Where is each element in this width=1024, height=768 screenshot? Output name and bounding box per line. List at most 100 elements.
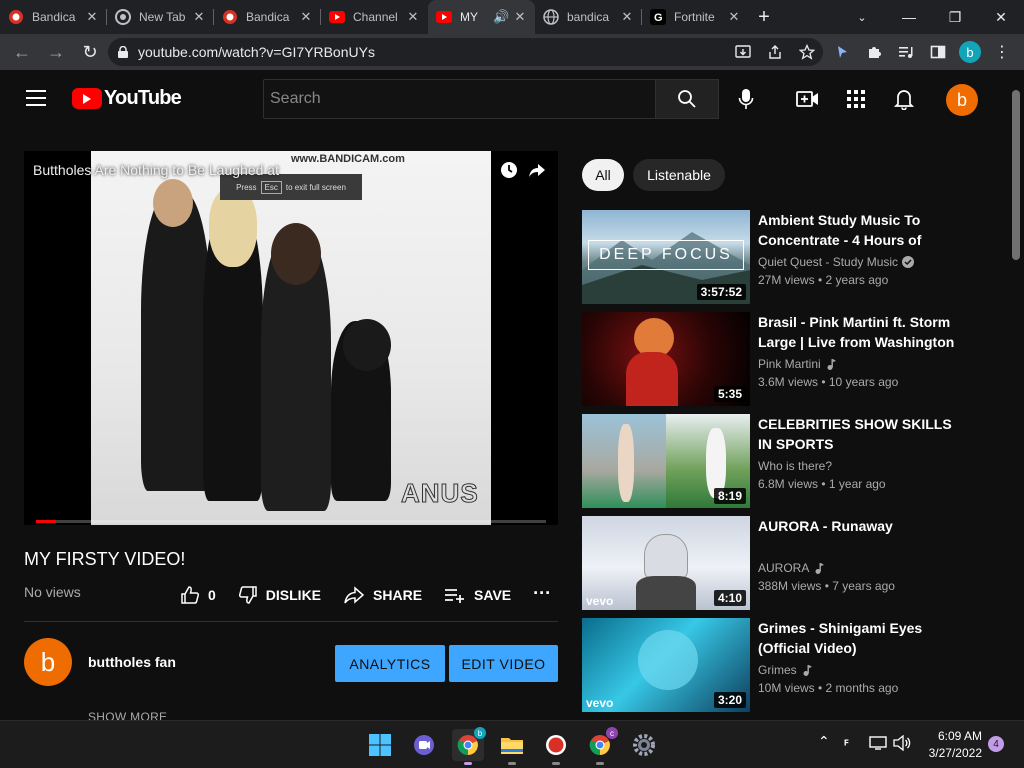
close-tab-icon[interactable]: ✕ [85,9,99,25]
analytics-button[interactable]: ANALYTICS [335,645,445,682]
browser-menu-icon[interactable]: ⋮ [986,34,1018,70]
reload-icon[interactable]: ↻ [74,36,106,68]
player-title-overlay[interactable]: Buttholes Are Nothing to Be Laughed at [33,162,279,178]
meta-divider [24,621,558,622]
bandicam-taskbar-icon[interactable] [540,729,572,765]
install-icon[interactable] [727,44,759,60]
edit-video-button[interactable]: EDIT VIDEO [449,645,558,682]
windows-start-icon[interactable] [364,729,396,761]
recommendation-channel[interactable]: AURORA [758,561,809,575]
volume-icon[interactable] [893,734,911,754]
restore-icon[interactable]: ❐ [932,0,978,34]
chat-icon[interactable] [408,729,440,761]
apps-grid-button[interactable] [841,84,871,114]
close-tab-icon[interactable]: ✕ [192,9,206,25]
address-bar[interactable]: youtube.com/watch?v=GI7YRBonUYs [108,38,823,66]
new-tab-button[interactable]: + [749,0,779,34]
video-thumbnail[interactable]: DEEP FOCUS 3:57:52 [582,210,750,304]
forward-icon[interactable]: → [40,36,72,68]
account-avatar[interactable]: b [946,84,978,116]
recommendation-item[interactable]: vevo 4:10 AURORA - Runaway AURORA 388M v… [582,516,1002,610]
recommendation-title[interactable]: Grimes - Shinigami Eyes (Official Video) [758,618,968,658]
close-window-icon[interactable]: ✕ [978,0,1024,34]
browser-tab[interactable]: G Fortnite ✕ [642,0,749,34]
video-player[interactable]: www.BANDICAM.com ANUS Press Esc to exit … [24,151,558,525]
tab-title: Bandica [32,10,76,24]
video-thumbnail[interactable]: 8:19 [582,414,750,508]
recommendation-item[interactable]: 8:19 CELEBRITIES SHOW SKILLS IN SPORTS W… [582,414,1002,508]
channel-avatar[interactable]: b [24,638,72,686]
recommendation-channel[interactable]: Who is there? [758,459,832,473]
settings-gear-icon[interactable] [628,729,660,761]
notification-badge[interactable]: 4 [988,736,1004,752]
hamburger-menu-icon[interactable] [26,90,46,111]
profile-avatar[interactable]: b [954,34,986,70]
cursor-extension-icon[interactable] [826,34,858,70]
network-icon[interactable] [869,735,887,754]
recommendation-channel[interactable]: Quiet Quest - Study Music [758,255,898,269]
system-clock[interactable]: 6:09 AM 3/27/2022 [920,728,982,762]
recommendation-channel[interactable]: Grimes [758,663,797,677]
close-tab-icon[interactable]: ✕ [620,9,634,25]
notifications-button[interactable] [889,84,919,114]
minimize-icon[interactable]: — [886,0,932,34]
recommendation-channel[interactable]: Pink Martini [758,357,821,371]
back-icon[interactable]: ← [6,36,38,68]
browser-tab[interactable]: New Tab ✕ [107,0,214,34]
recommendation-item[interactable]: 5:35 Brasil - Pink Martini ft. Storm Lar… [582,312,1002,406]
more-actions-icon[interactable]: ··· [533,583,551,604]
tray-chevron-icon[interactable]: ⌃ [818,733,830,750]
search-button[interactable] [655,79,719,119]
lock-icon[interactable] [108,46,138,58]
close-tab-icon[interactable]: ✕ [299,9,313,25]
browser-tab[interactable]: Channel ✕ [321,0,428,34]
close-tab-icon[interactable]: ✕ [406,9,420,25]
chrome-profile-taskbar-icon[interactable]: c [584,727,618,765]
progress-bar[interactable] [36,520,546,523]
bookmark-star-icon[interactable] [791,44,823,60]
save-button[interactable]: SAVE [444,587,511,603]
bandicam-icon [8,9,24,25]
voice-search-button[interactable] [731,84,761,114]
apps-grid-icon [847,90,865,108]
chrome-taskbar-icon[interactable]: b [452,727,486,765]
browser-tab[interactable]: Bandica ✕ [0,0,107,34]
side-panel-icon[interactable] [922,34,954,70]
recommendation-item[interactable]: vevo 3:20 Grimes - Shinigami Eyes (Offic… [582,618,1002,712]
channel-name[interactable]: buttholes fan [88,654,176,670]
share-button[interactable]: SHARE [343,585,422,605]
video-title: MY FIRSTY VIDEO! [24,549,186,569]
chrome-icon [115,9,131,25]
search-box [263,79,656,119]
share-arrow-icon[interactable] [528,161,546,184]
file-explorer-icon[interactable] [496,729,528,765]
video-thumbnail[interactable]: vevo 3:20 [582,618,750,712]
recommendation-title[interactable]: Ambient Study Music To Concentrate - 4 H… [758,210,968,250]
media-control-icon[interactable] [890,34,922,70]
like-button[interactable]: 0 [180,585,216,605]
dislike-button[interactable]: DISLIKE [238,585,321,605]
browser-tab[interactable]: Bandica ✕ [214,0,321,34]
chip-all[interactable]: All [582,159,624,191]
watch-later-icon[interactable] [500,161,518,184]
search-input[interactable] [264,80,655,118]
recommendation-item[interactable]: DEEP FOCUS 3:57:52 Ambient Study Music T… [582,210,1002,304]
close-tab-icon[interactable]: ✕ [727,9,741,25]
browser-tab-active[interactable]: MY 🔊 ✕ [428,0,535,34]
browser-tab[interactable]: bandica ✕ [535,0,642,34]
youtube-logo[interactable]: YouTube [72,87,182,110]
speaker-icon[interactable]: 🔊 [493,9,509,25]
recommendation-title[interactable]: Brasil - Pink Martini ft. Storm Large | … [758,312,968,352]
recommendation-title[interactable]: CELEBRITIES SHOW SKILLS IN SPORTS [758,414,968,454]
video-thumbnail[interactable]: vevo 4:10 [582,516,750,610]
create-video-button[interactable] [793,84,823,114]
close-tab-icon[interactable]: ✕ [513,9,527,25]
video-thumbnail[interactable]: 5:35 [582,312,750,406]
recommendation-title[interactable]: AURORA - Runaway [758,516,968,536]
share-page-icon[interactable] [759,44,791,60]
language-icon[interactable]: ꟳ [844,735,848,753]
chip-listenable[interactable]: Listenable [633,159,725,191]
extensions-puzzle-icon[interactable] [858,34,890,70]
tab-search-icon[interactable]: ⌄ [845,0,879,34]
page-scrollbar[interactable] [1012,90,1020,260]
